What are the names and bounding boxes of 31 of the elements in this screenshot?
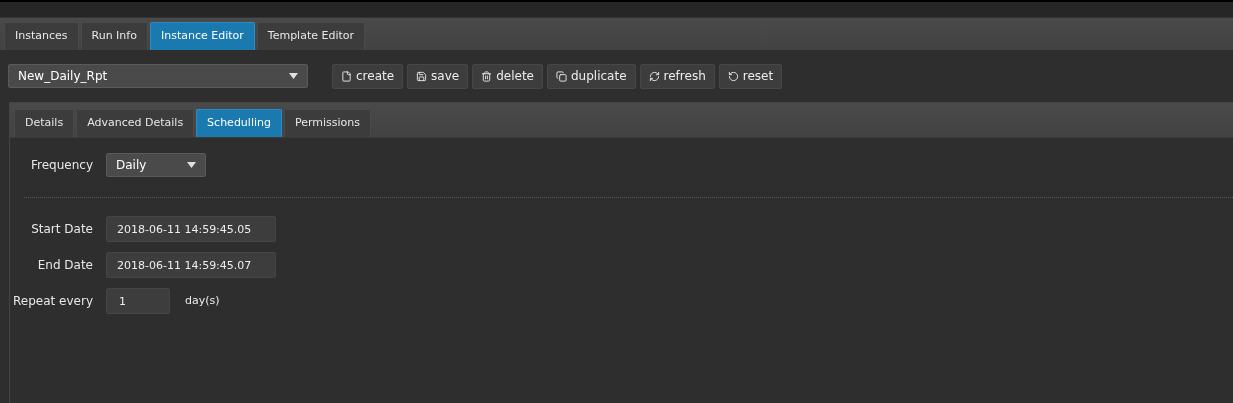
reset-button[interactable]: reset — [718, 63, 783, 89]
tab[interactable]: Template Editor — [256, 22, 366, 50]
refresh-button[interactable]: refresh — [639, 63, 715, 89]
delete-button[interactable]: delete — [472, 63, 543, 89]
tab[interactable]: Instances — [4, 22, 79, 50]
copy-icon — [556, 70, 567, 82]
document-icon — [341, 70, 352, 82]
duplicate-button[interactable]: duplicate — [547, 63, 636, 89]
field-label: Repeat every — [12, 293, 94, 310]
tab[interactable]: Details — [14, 109, 75, 137]
unit-label: day(s) — [185, 292, 220, 309]
tab[interactable]: Run Info — [80, 22, 148, 50]
repeat-field[interactable]: 1 — [106, 288, 170, 314]
trash-icon — [481, 70, 493, 82]
tab[interactable]: Instance Editor — [149, 22, 255, 50]
caret-icon — [187, 162, 196, 168]
field-label: End Date — [36, 257, 94, 274]
refresh-icon — [648, 70, 660, 82]
end-date-field[interactable]: 2018-06-11 14:59:45.07 — [106, 252, 276, 278]
undo-icon — [727, 70, 739, 82]
field-label: Start Date — [30, 221, 94, 238]
instance-dropdown[interactable]: New_Daily_Rpt — [8, 64, 308, 88]
tab[interactable]: Advanced Details — [76, 109, 195, 137]
caret-icon — [289, 73, 298, 79]
tab[interactable]: Permissions — [283, 109, 372, 137]
field-label: Frequency — [30, 157, 94, 174]
tab[interactable]: Schedulling — [196, 109, 282, 137]
save-button[interactable]: save — [407, 63, 469, 89]
start-date-field[interactable]: 2018-06-11 14:59:45.05 — [106, 216, 276, 242]
frequency-dropdown[interactable]: Daily — [106, 153, 206, 177]
create-button[interactable]: create — [332, 63, 404, 89]
